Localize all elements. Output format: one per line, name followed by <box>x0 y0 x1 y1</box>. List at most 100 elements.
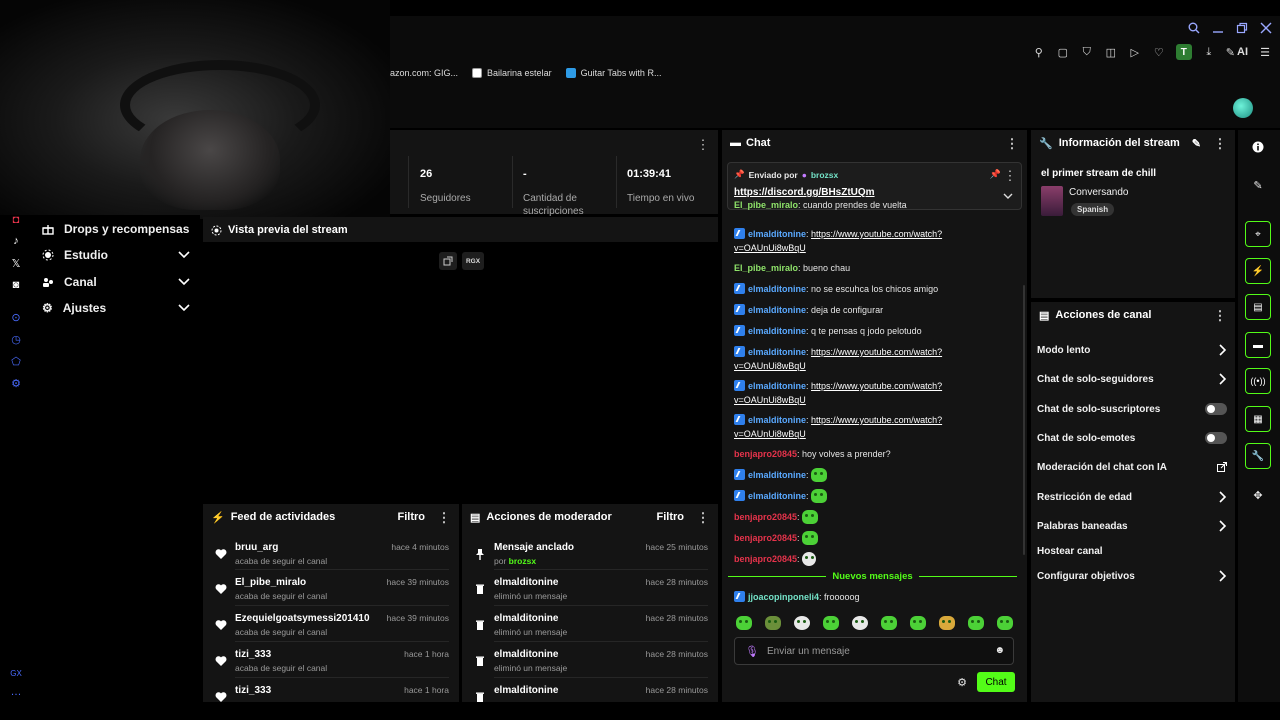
bookmark-amazon[interactable]: azon.com: GIG... <box>390 68 458 78</box>
camera-icon[interactable]: ◫ <box>1104 45 1118 59</box>
chat-user[interactable]: elmalditonine <box>748 284 806 294</box>
subscribers-only-toggle[interactable] <box>1205 403 1227 415</box>
filter-button[interactable]: Filtro <box>657 511 685 523</box>
chat-scrollbar[interactable] <box>1023 285 1025 555</box>
chat-message[interactable]: El_pibe_miralo: cuando prendes de vuelta <box>734 198 964 212</box>
action-host-channel[interactable]: Hostear canal <box>1037 540 1227 562</box>
chat-message[interactable]: jjoacopinponeli4: frooooog <box>734 590 964 604</box>
chat-message[interactable]: benjapro20845: hoy volves a prender? <box>734 447 964 461</box>
emote-icon[interactable] <box>801 531 818 545</box>
nav-drops[interactable]: Drops y recompensas <box>42 218 190 240</box>
pencil-icon[interactable]: ✎ <box>1245 172 1271 198</box>
action-slow-mode[interactable]: Modo lento <box>1037 339 1227 361</box>
emote-icon[interactable] <box>810 489 827 503</box>
profile-avatar[interactable]: T <box>1175 44 1192 60</box>
emote-icon[interactable] <box>968 616 984 630</box>
list-item[interactable]: bruu_arg acaba de seguir el canal hace 4… <box>203 540 459 576</box>
gx-label[interactable]: GX <box>9 666 23 680</box>
chat-user[interactable]: jjoacopinponeli4 <box>748 592 819 602</box>
emote-icon[interactable] <box>801 552 816 566</box>
emote-icon[interactable] <box>881 616 897 630</box>
feed-menu-icon[interactable]: ⋮ <box>437 511 451 524</box>
chat-user[interactable]: El_pibe_miralo <box>734 263 798 273</box>
bookmark-bailarina[interactable]: Bailarina estelar <box>472 68 552 78</box>
layout-tool-button[interactable]: ▦ <box>1245 406 1271 432</box>
unpin-icon[interactable]: 📌 <box>990 169 1001 180</box>
emote-icon[interactable] <box>997 616 1013 630</box>
puzzle-icon[interactable]: ⬠ <box>9 354 23 368</box>
chat-user[interactable]: elmalditonine <box>748 229 806 239</box>
target-tool-button[interactable]: ⌖ <box>1245 221 1271 247</box>
chat-tool-button[interactable]: ▬ <box>1245 332 1271 358</box>
close-icon[interactable] <box>1260 22 1272 34</box>
mod-menu-icon[interactable]: ⋮ <box>696 511 710 524</box>
emote-icon[interactable] <box>910 616 926 630</box>
wrench-tool-button[interactable]: 🔧 <box>1245 443 1271 469</box>
ai-icon[interactable]: ✎ AI <box>1226 45 1248 59</box>
stats-menu-icon[interactable]: ⋮ <box>696 138 710 151</box>
instagram-icon[interactable]: ◘ <box>9 213 23 227</box>
chat-message[interactable]: elmalditonine: https://www.youtube.com/w… <box>734 413 964 441</box>
chat-message[interactable]: benjapro20845: <box>734 552 964 566</box>
chat-message[interactable]: elmalditonine: q te pensas q jodo pelotu… <box>734 324 964 338</box>
chat-message[interactable]: elmalditonine: https://www.youtube.com/w… <box>734 345 964 373</box>
chat-user[interactable]: elmalditonine <box>748 415 806 425</box>
chat-message[interactable]: benjapro20845: <box>734 531 964 545</box>
chat-user[interactable]: elmalditonine <box>748 491 806 501</box>
tabs-icon[interactable]: ▢ <box>1056 45 1070 59</box>
notes-tool-button[interactable]: ▤ <box>1245 294 1271 320</box>
chat-user[interactable]: elmalditonine <box>748 326 806 336</box>
emotes-only-toggle[interactable] <box>1205 432 1227 444</box>
shield-icon[interactable]: ⛉ <box>1080 45 1094 59</box>
clock-icon[interactable]: ◷ <box>9 332 23 346</box>
pinned-user[interactable]: brozsx <box>811 170 838 180</box>
filter-button[interactable]: Filtro <box>398 511 426 523</box>
new-messages-divider[interactable]: Nuevos mensajes <box>728 570 1018 582</box>
action-banned-words[interactable]: Palabras baneadas <box>1037 515 1227 537</box>
action-emotes-only[interactable]: Chat de solo-emotes <box>1037 427 1227 449</box>
info-icon[interactable] <box>1245 134 1271 160</box>
emote-icon[interactable] <box>736 616 752 630</box>
popout-icon[interactable] <box>439 252 457 270</box>
site-avatar[interactable] <box>1233 98 1253 118</box>
more-icon[interactable]: … <box>9 685 23 699</box>
mod-action-user[interactable]: brozsx <box>509 556 536 566</box>
list-item[interactable]: elmalditonine hace 28 minutos <box>462 683 718 719</box>
chat-message[interactable]: elmalditonine: no se escuhca los chicos … <box>734 282 964 296</box>
nav-settings[interactable]: ⚙ Ajustes <box>42 297 190 319</box>
emote-icon[interactable] <box>794 616 810 630</box>
chat-user[interactable]: benjapro20845 <box>734 554 797 564</box>
chat-user[interactable]: benjapro20845 <box>734 512 797 522</box>
pin-icon[interactable]: ⚲ <box>1032 45 1046 59</box>
action-ai-moderation[interactable]: Moderación del chat con IA <box>1037 456 1227 478</box>
download-icon[interactable]: ⤓ <box>1202 45 1216 59</box>
edit-icon[interactable]: ✎ <box>1192 137 1201 150</box>
pinned-menu-icon[interactable]: ⋮ <box>1003 169 1017 182</box>
settings-icon[interactable]: ⚙ <box>9 376 23 390</box>
emote-icon[interactable] <box>939 616 955 630</box>
play-icon[interactable]: ▷ <box>1128 45 1142 59</box>
discord-icon[interactable]: ◙ <box>9 278 23 292</box>
chat-input[interactable]: 🎙 Enviar un mensaje ☻ <box>734 637 1014 665</box>
action-goals[interactable]: Configurar objetivos <box>1037 565 1227 587</box>
nav-studio[interactable]: Estudio <box>42 244 190 266</box>
chevron-down-icon[interactable] <box>1003 193 1013 200</box>
action-followers-only[interactable]: Chat de solo-seguidores <box>1037 368 1227 390</box>
chat-user[interactable]: elmalditonine <box>748 381 806 391</box>
chat-user[interactable]: benjapro20845 <box>734 533 797 543</box>
chat-message[interactable]: El_pibe_miralo: bueno chau <box>734 261 964 275</box>
stream-category[interactable]: Conversando <box>1069 187 1128 198</box>
chat-menu-icon[interactable]: ⋮ <box>1005 137 1019 150</box>
chat-message[interactable]: benjapro20845: <box>734 510 964 524</box>
chat-user[interactable]: elmalditonine <box>748 470 806 480</box>
bookmark-guitar-tabs[interactable]: Guitar Tabs with R... <box>565 68 661 78</box>
rgx-button[interactable]: RGX <box>462 252 484 270</box>
tiktok-icon[interactable]: ♪ <box>9 234 23 248</box>
add-widget-icon[interactable]: ✥ <box>1245 482 1271 508</box>
actions-menu-icon[interactable]: ⋮ <box>1213 309 1227 322</box>
x-icon[interactable]: 𝕏 <box>9 256 23 270</box>
emoji-icon[interactable]: ☻ <box>994 645 1005 656</box>
chat-user[interactable]: elmalditonine <box>748 305 806 315</box>
minimize-icon[interactable] <box>1212 22 1224 34</box>
list-item[interactable]: Mensaje anclado por brozsx hace 25 minut… <box>462 540 718 576</box>
